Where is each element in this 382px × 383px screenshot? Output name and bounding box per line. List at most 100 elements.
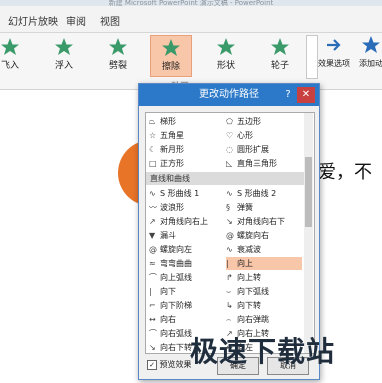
add-star-icon xyxy=(362,36,380,53)
star-icon xyxy=(217,38,235,55)
slide-text[interactable]: 爱，不 xyxy=(318,158,372,184)
list-item[interactable]: ↱ 向上转 xyxy=(226,271,261,284)
star-icon xyxy=(271,38,289,55)
anim-label: 劈裂 xyxy=(108,61,127,71)
effect-options-button[interactable]: 效果选项 xyxy=(318,35,350,69)
add-animation-button[interactable]: 添加动 xyxy=(356,35,382,69)
wave-icon: 〰 xyxy=(149,203,157,212)
list-item[interactable]: ↘ 向右下转 xyxy=(149,341,192,353)
list-item[interactable]: § 弹簧 xyxy=(226,201,253,214)
list-item[interactable]: | 向下 xyxy=(149,285,176,298)
pentagon-icon: ⬠ xyxy=(226,117,233,126)
star-icon xyxy=(1,38,19,55)
list-item[interactable]: ♡ 心形 xyxy=(226,129,253,142)
preview-checkbox[interactable]: ✓ 预览效果 xyxy=(147,359,192,370)
star-icon: ☆ xyxy=(149,131,157,140)
list-scrollbar[interactable] xyxy=(304,113,313,353)
effect-options-label: 效果选项 xyxy=(318,59,350,68)
square-icon: □ xyxy=(149,159,157,168)
turn-right-down-icon: ↘ xyxy=(149,343,156,352)
list-item[interactable]: ∿ S 形曲线 2 xyxy=(226,187,276,200)
anim-label: 擦除 xyxy=(161,62,180,72)
list-item[interactable]: ▼ 漏斗 xyxy=(149,229,176,242)
anim-label: 浮入 xyxy=(54,61,73,71)
right-line-icon: ↔ xyxy=(149,315,156,324)
funnel-icon: ▼ xyxy=(149,231,156,240)
anim-label: 轮子 xyxy=(270,61,289,71)
list-item[interactable]: ⏢ 梯形 xyxy=(149,115,176,128)
list-item[interactable]: ∿ S 形曲线 1 xyxy=(149,187,199,200)
s-curve-icon: ∿ xyxy=(226,189,233,198)
heart-icon: ♡ xyxy=(226,131,234,140)
ribbon-animations: 飞入 浮入 劈裂 擦除 形状 轮子 效果选项 添加动 动画 xyxy=(0,33,382,92)
list-item[interactable]: ↔ 向右 xyxy=(149,313,176,326)
list-item-selected[interactable]: | 向上 xyxy=(226,257,302,270)
section-lines-curves: 直线和曲线 xyxy=(146,172,308,185)
tab-slideshow[interactable]: 幻灯片放映 xyxy=(8,13,58,28)
right-triangle-icon: ◺ xyxy=(226,159,233,168)
list-item[interactable]: ◺ 直角三角形 xyxy=(226,157,277,170)
add-animation-label: 添加动 xyxy=(359,59,382,68)
circle-expand-icon: ◌ xyxy=(226,145,233,154)
zigzag-icon: ≈ xyxy=(149,259,156,268)
decay-wave-icon: ∿ xyxy=(226,245,233,254)
bounce-right-icon: ⌢ xyxy=(226,315,232,324)
checkbox-icon[interactable]: ✓ xyxy=(147,359,157,370)
list-item[interactable]: ☆ 五角星 xyxy=(149,129,184,142)
motion-path-list: ⏢ 梯形 ⬠ 五边形 ☆ 五角星 ♡ 心形 ☾ 新月形 ◌ 圆形扩展 □ 正方形 ◺ 直角三角形… xyxy=(145,112,315,354)
arc-down-icon: ⌣ xyxy=(226,287,232,296)
list-item[interactable]: □ 正方形 xyxy=(149,157,184,170)
tab-review[interactable]: 审阅 xyxy=(66,13,86,28)
crescent-icon: ☾ xyxy=(149,145,157,154)
diagonal-up-icon: ↗ xyxy=(149,217,156,226)
list-item[interactable]: 〰波浪形 xyxy=(149,201,184,214)
watermark-logo: 极速下载站 xyxy=(190,335,336,368)
down-line-icon: | xyxy=(149,287,152,296)
list-item[interactable]: ☾ 新月形 xyxy=(149,143,184,156)
list-item[interactable]: ⬠ 五边形 xyxy=(226,115,261,128)
spring-icon: § xyxy=(226,203,230,212)
list-item[interactable]: @ 螺旋向左 xyxy=(149,243,192,256)
diagonal-down-icon: ↘ xyxy=(226,217,233,226)
up-line-icon: | xyxy=(226,259,229,268)
list-item[interactable]: ⌒ 向右弧线 xyxy=(149,327,192,340)
list-item[interactable]: ⌢ 向右弹跳 xyxy=(226,313,269,326)
list-item[interactable]: ⌐ 向下阶梯 xyxy=(149,299,192,312)
list-item[interactable]: ⌒ 向上弧线 xyxy=(149,271,192,284)
stairs-down-icon: ⌐ xyxy=(149,301,156,310)
turn-down-icon: ↳ xyxy=(226,301,233,310)
ribbon-tabs: 幻灯片放映 审阅 视图 xyxy=(0,6,382,33)
spiral-icon: @ xyxy=(226,231,234,240)
trapezoid-icon: ⏢ xyxy=(149,117,156,126)
arrow-right-icon xyxy=(327,39,341,51)
list-item[interactable]: ↘ 对角线向右下 xyxy=(226,215,285,228)
anim-wheel[interactable]: 轮子 xyxy=(260,35,300,75)
spiral-icon: @ xyxy=(149,245,157,254)
list-item[interactable]: @ 螺旋向右 xyxy=(226,229,269,242)
turn-up-icon: ↱ xyxy=(226,273,233,282)
close-icon[interactable]: ✕ xyxy=(297,87,315,103)
list-item[interactable]: ↗ 对角线向右上 xyxy=(149,215,208,228)
list-item[interactable]: ∿ 衰减波 xyxy=(226,243,261,256)
arc-right-icon: ⌒ xyxy=(149,329,157,338)
star-icon xyxy=(109,38,127,55)
list-item[interactable]: ↳ 向下转 xyxy=(226,299,261,312)
anim-split[interactable]: 劈裂 xyxy=(98,35,138,75)
list-item[interactable]: ⌣ 向下弧线 xyxy=(226,285,269,298)
list-item[interactable]: ≈ 弯弯曲曲 xyxy=(149,257,192,270)
arc-up-icon: ⌒ xyxy=(149,273,157,282)
preview-label: 预览效果 xyxy=(159,360,192,369)
anim-fly-in[interactable]: 飞入 xyxy=(0,35,30,75)
anim-wipe[interactable]: 擦除 xyxy=(150,35,192,77)
s-curve-icon: ∿ xyxy=(149,189,156,198)
star-icon xyxy=(162,39,180,56)
gallery-scroll[interactable] xyxy=(306,35,318,79)
anim-label: 形状 xyxy=(216,61,235,71)
help-icon[interactable]: ? xyxy=(281,84,295,106)
tab-view[interactable]: 视图 xyxy=(100,13,120,28)
anim-float-in[interactable]: 浮入 xyxy=(44,35,84,75)
anim-shape[interactable]: 形状 xyxy=(206,35,246,75)
scrollbar-thumb[interactable] xyxy=(305,157,312,227)
list-item[interactable]: ◌ 圆形扩展 xyxy=(226,143,269,156)
star-icon xyxy=(55,38,73,55)
